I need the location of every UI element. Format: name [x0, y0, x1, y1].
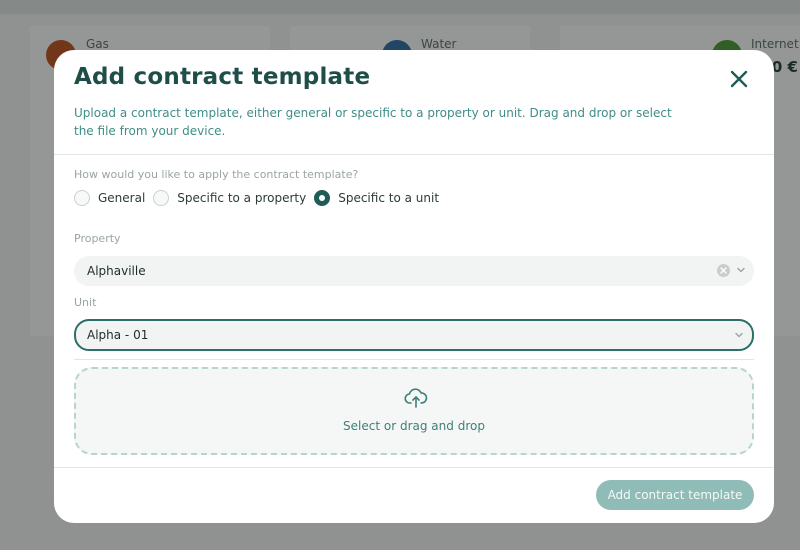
radio-label: Specific to a property — [177, 191, 307, 205]
property-select-value: Alphaville — [87, 264, 146, 278]
apply-scope-radio-group: General Specific to a property Specific … — [74, 190, 447, 206]
radio-label: Specific to a unit — [338, 191, 440, 205]
file-dropzone[interactable]: Select or drag and drop — [74, 367, 754, 455]
divider — [54, 467, 774, 468]
chevron-down-icon[interactable] — [736, 265, 746, 275]
unit-select[interactable]: Alpha - 01 — [74, 319, 754, 351]
chevron-down-icon[interactable] — [734, 330, 744, 340]
close-icon — [730, 70, 748, 88]
apply-question-label: How would you like to apply the contract… — [74, 168, 359, 181]
radio-label: General — [98, 191, 146, 205]
divider — [74, 359, 754, 360]
unit-select-value: Alpha - 01 — [87, 328, 149, 342]
radio-button-selected[interactable] — [314, 190, 331, 206]
close-button[interactable] — [728, 68, 750, 90]
clear-x-glyph — [720, 267, 727, 274]
divider — [54, 154, 774, 155]
dropzone-label: Select or drag and drop — [343, 419, 485, 433]
dialog-title: Add contract template — [74, 64, 371, 90]
property-label: Property — [74, 232, 121, 245]
add-contract-template-dialog: Add contract template Upload a contract … — [54, 50, 774, 523]
radio-option-unit[interactable]: Specific to a unit — [314, 190, 439, 206]
unit-label: Unit — [74, 296, 97, 309]
radio-button[interactable] — [74, 190, 90, 206]
add-contract-template-button[interactable]: Add contract template — [596, 480, 754, 510]
radio-option-general[interactable]: General — [74, 190, 145, 206]
clear-icon[interactable] — [717, 264, 730, 277]
radio-button[interactable] — [153, 190, 170, 206]
cloud-upload-icon — [404, 388, 428, 408]
dialog-description: Upload a contract template, either gener… — [74, 106, 672, 138]
radio-option-property[interactable]: Specific to a property — [153, 190, 306, 206]
property-select[interactable]: Alphaville — [74, 256, 754, 286]
